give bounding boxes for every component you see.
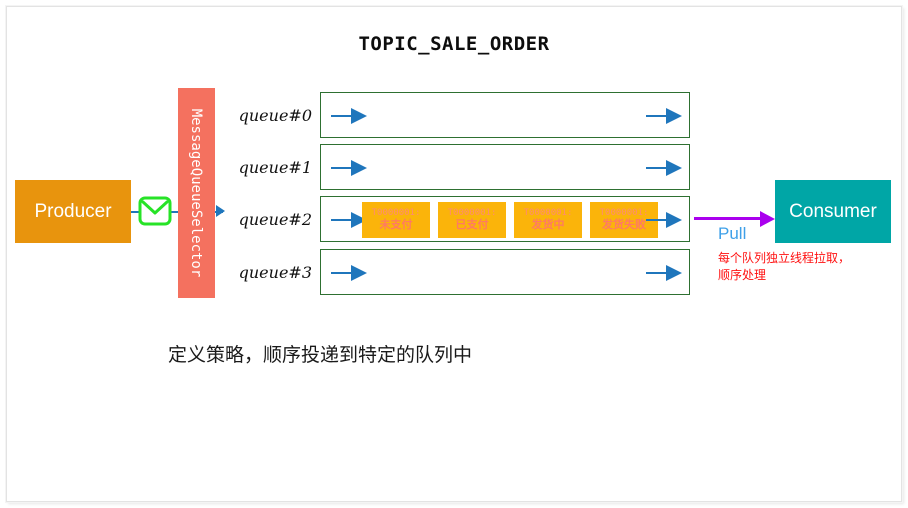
- queue-row-3: queue#3: [232, 249, 690, 295]
- selector-output-arrowhead: [216, 205, 225, 217]
- message-status: 已支付: [455, 218, 489, 231]
- diagram-title: TOPIC_SALE_ORDER: [358, 33, 550, 55]
- consumer-note: 每个队列独立线程拉取， 顺序处理: [718, 250, 898, 285]
- message-status: 发货失败: [602, 218, 646, 231]
- queue-box-0: [320, 92, 690, 138]
- queue-label-0: queue#0: [238, 105, 312, 125]
- message-item: T0000001: 未支付: [362, 202, 430, 238]
- consumer-note-line-1: 每个队列独立线程拉取，: [718, 251, 851, 265]
- consumer-note-line-2: 顺序处理: [718, 268, 767, 283]
- producer-box: Producer: [15, 180, 131, 243]
- queue-row-2: queue#2 T0000001: 未支付 T0000001: 已支付 T000…: [232, 196, 690, 242]
- pull-arrow-shaft: [694, 217, 762, 220]
- message-id: T0000001:: [447, 207, 497, 218]
- queue-box-3: [320, 249, 690, 295]
- message-list: T0000001: 未支付 T0000001: 已支付 T0000001: 发货…: [362, 202, 658, 238]
- message-id: T0000001:: [371, 207, 421, 218]
- message-queue-selector-label: MessageQueueSelector: [188, 108, 205, 278]
- message-status: 未支付: [379, 218, 413, 231]
- producer-label: Producer: [34, 200, 112, 222]
- consumer-label: Consumer: [789, 200, 877, 222]
- queue-label-2: queue#2: [238, 209, 312, 229]
- message-id: T0000001:: [599, 207, 649, 218]
- message-item: T0000001: 已支付: [438, 202, 506, 238]
- queue-row-1: queue#1: [232, 144, 690, 190]
- queue-label-1: queue#1: [238, 157, 312, 177]
- queue-box-1: [320, 144, 690, 190]
- message-queue-selector-bar: MessageQueueSelector: [178, 88, 215, 298]
- pull-label: Pull: [718, 224, 747, 243]
- queue-box-2: T0000001: 未支付 T0000001: 已支付 T0000001: 发货…: [320, 196, 690, 242]
- pull-arrow-head: [760, 211, 775, 227]
- message-item: T0000001: 发货中: [514, 202, 582, 238]
- consumer-box: Consumer: [775, 180, 891, 243]
- envelope-icon: [138, 196, 172, 226]
- queue-row-0: queue#0: [232, 92, 690, 138]
- message-id: T0000001:: [523, 207, 573, 218]
- queue-label-3: queue#3: [238, 262, 312, 282]
- diagram-canvas: TOPIC_SALE_ORDER Producer MessageQueueSe…: [0, 0, 908, 508]
- diagram-caption: 定义策略，顺序投递到特定的队列中: [168, 345, 473, 366]
- message-status: 发货中: [531, 218, 565, 231]
